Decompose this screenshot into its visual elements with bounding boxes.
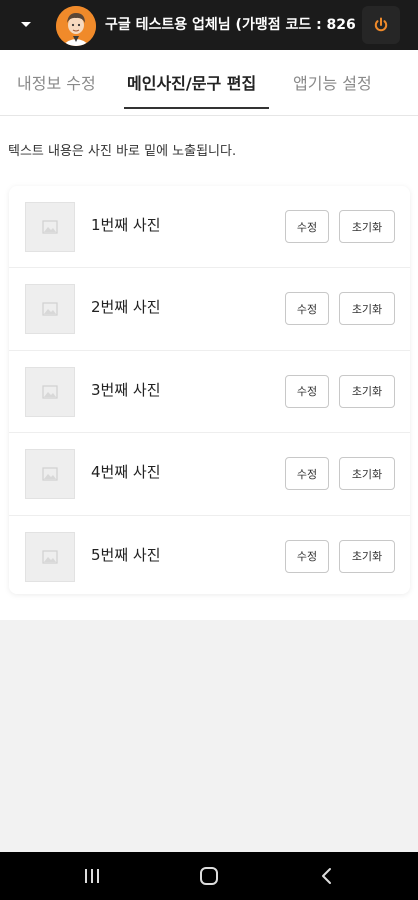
back-button[interactable] [312,862,340,890]
tabs-divider [0,115,418,116]
home-icon [200,867,218,885]
recents-icon [85,869,99,883]
image-placeholder-icon [42,467,58,481]
photo-thumbnail[interactable] [25,366,75,417]
store-name: 구글 테스트용 업체님 (가맹점 코드 : 826... [105,17,357,33]
logout-button[interactable] [362,6,400,44]
photo-thumbnail[interactable] [25,202,75,252]
photo-thumbnail[interactable] [25,531,75,582]
photo-label: 3번째 사진 [91,380,161,399]
photo-label: 4번째 사진 [91,463,161,482]
reset-button[interactable]: 초기화 [339,457,395,491]
photo-list: 1번째 사진 수정 초기화 2번째 사진 수정 초기화 3번째 사진 수정 초기… [9,186,410,594]
image-placeholder-icon [42,302,58,316]
edit-button[interactable]: 수정 [285,457,329,491]
image-placeholder-icon [42,220,58,234]
caret-down-icon [21,22,31,27]
image-placeholder-icon [42,549,58,564]
system-nav-bar [0,852,418,900]
photo-thumbnail[interactable] [25,449,75,500]
photo-label: 5번째 사진 [91,545,161,564]
edit-button[interactable]: 수정 [285,210,329,243]
edit-button[interactable]: 수정 [285,374,329,408]
photo-label: 2번째 사진 [91,298,161,317]
image-placeholder-icon [42,385,58,399]
edit-button[interactable]: 수정 [285,539,329,573]
dropdown-button[interactable] [0,0,52,50]
photo-row: 4번째 사진 수정 초기화 [9,433,410,516]
photo-row: 5번째 사진 수정 초기화 [9,516,410,598]
tab-main-photo-edit[interactable]: 메인사진/문구 편집 [127,70,256,94]
tab-app-settings[interactable]: 앱기능 설정 [293,70,372,94]
photo-row: 2번째 사진 수정 초기화 [9,268,410,351]
avatar-icon [56,6,96,46]
reset-button[interactable]: 초기화 [339,374,395,408]
edit-button[interactable]: 수정 [285,292,329,326]
reset-button[interactable]: 초기화 [339,210,395,243]
photo-row: 1번째 사진 수정 초기화 [9,186,410,269]
recents-button[interactable] [78,862,106,890]
photo-row: 3번째 사진 수정 초기화 [9,351,410,434]
photo-thumbnail[interactable] [25,284,75,335]
top-bar: 구글 테스트용 업체님 (가맹점 코드 : 826... [0,0,418,50]
reset-button[interactable]: 초기화 [339,539,395,573]
page-content: 내정보 수정 메인사진/문구 편집 앱기능 설정 텍스트 내용은 사진 바로 밑… [0,50,418,620]
notice-text: 텍스트 내용은 사진 바로 밑에 노출됩니다. [8,144,237,159]
power-icon [374,17,388,32]
back-icon [322,868,331,884]
home-button[interactable] [195,862,223,890]
avatar [56,6,96,46]
tab-my-info[interactable]: 내정보 수정 [17,70,96,94]
tab-bar: 내정보 수정 메인사진/문구 편집 앱기능 설정 [0,50,418,116]
photo-label: 1번째 사진 [91,216,161,234]
active-tab-indicator [124,107,269,109]
reset-button[interactable]: 초기화 [339,292,395,326]
